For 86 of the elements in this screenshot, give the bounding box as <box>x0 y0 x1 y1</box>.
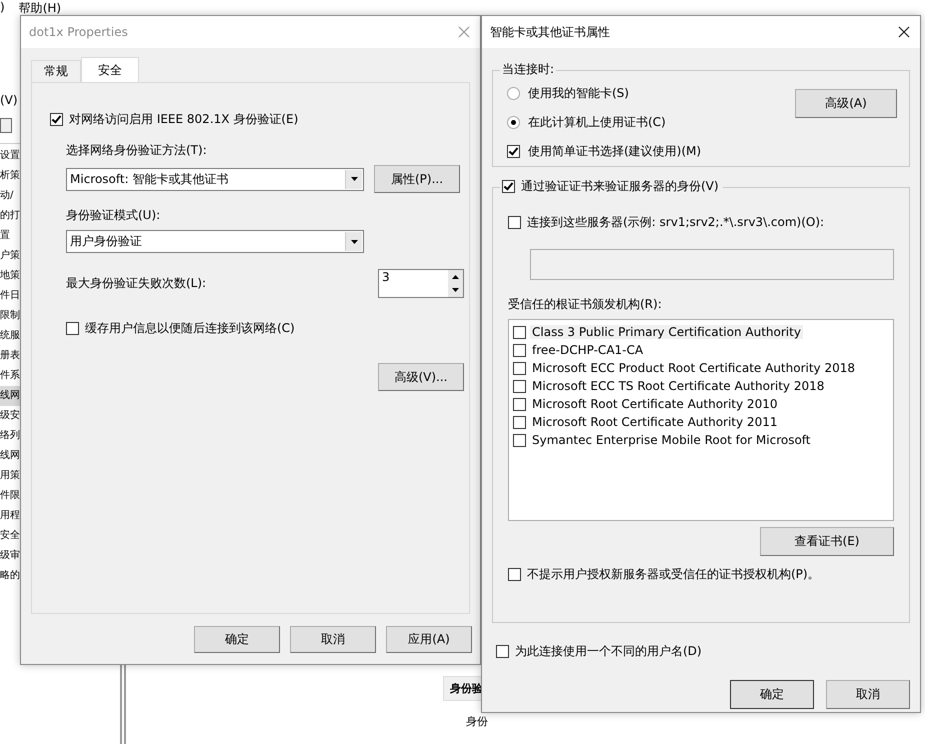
field-label: 最大身份验证失败次数(L): <box>66 275 206 292</box>
tree-item[interactable]: 动/ <box>0 186 20 206</box>
checkbox-label: 为此连接使用一个不同的用户名(D) <box>515 643 702 660</box>
tree-item[interactable]: 件日 <box>0 286 20 306</box>
tree-item[interactable]: 用策 <box>0 466 20 486</box>
checkbox-label: 缓存用户信息以便随后连接到该网络(C) <box>85 320 295 337</box>
list-item[interactable]: Microsoft ECC Product Root Certificate Authority 2018 <box>530 361 857 375</box>
tab[interactable]: 安全 <box>81 57 139 82</box>
dialog-button[interactable]: 确定 <box>194 626 280 653</box>
list-item[interactable]: Microsoft ECC TS Root Certificate Authority 2018 <box>530 379 826 393</box>
list-item[interactable]: Class 3 Public Primary Certification Authority <box>530 325 803 339</box>
list-label: 受信任的根证书颁发机构(R): <box>508 296 663 313</box>
advanced-button[interactable]: 高级(V)... <box>378 363 464 391</box>
up-arrow-icon[interactable] <box>452 274 459 279</box>
tree-item[interactable]: 设置 <box>0 146 20 166</box>
menu-item[interactable]: (V) <box>0 93 18 107</box>
checkbox[interactable] <box>502 180 515 193</box>
tree-item[interactable]: 件限 <box>0 486 20 506</box>
tab[interactable]: 常规 <box>31 60 81 82</box>
checkbox[interactable] <box>513 380 526 392</box>
checkbox[interactable] <box>496 645 509 658</box>
checkbox-label: 使用简单证书选择(建议使用)(M) <box>528 143 702 160</box>
list-item[interactable]: Symantec Enterprise Mobile Root for Microsoft <box>530 433 813 447</box>
menu-item[interactable]: 帮助(H) <box>18 0 62 17</box>
tree-item[interactable]: 线网 <box>0 446 20 466</box>
view-certificate-button[interactable]: 查看证书(E) <box>760 527 894 556</box>
document-icon[interactable] <box>0 118 12 133</box>
tree-item[interactable]: 级审 <box>0 546 20 566</box>
checkbox[interactable] <box>513 362 526 374</box>
tree-item[interactable]: 络列 <box>0 426 20 446</box>
checkbox[interactable] <box>513 344 526 356</box>
tree-item[interactable]: 略的 <box>0 566 20 586</box>
number-spinner[interactable]: 3 <box>378 269 464 298</box>
tree-item[interactable]: 线网 <box>0 386 20 406</box>
checkbox-label: 不提示用户授权新服务器或受信任的证书授权机构(P)。 <box>527 566 820 583</box>
servers-field[interactable] <box>530 249 894 280</box>
dialog-button[interactable]: 确定 <box>730 680 814 709</box>
field-label: 身份验证模式(U): <box>66 207 162 224</box>
checkbox-label: 连接到这些服务器(示例: srv1;srv2;.*\.srv3\.com)(O): <box>527 214 824 231</box>
list-item[interactable]: free-DCHP-CA1-CA <box>530 343 646 357</box>
tree-item[interactable]: 析策 <box>0 166 20 186</box>
tree-item[interactable]: 置 <box>0 226 20 246</box>
mode-dropdown[interactable]: 用户身份验证 <box>66 230 364 253</box>
properties-button[interactable]: 属性(P)... <box>374 165 460 193</box>
list-item[interactable]: Microsoft Root Certificate Authority 2011 <box>530 415 780 429</box>
radio-button[interactable] <box>507 116 520 129</box>
radio-button[interactable] <box>507 87 520 100</box>
tree-item[interactable]: 户策 <box>0 246 20 266</box>
method-dropdown[interactable]: Microsoft: 智能卡或其他证书 <box>66 168 364 190</box>
checkbox[interactable] <box>507 145 520 158</box>
list-item[interactable]: Microsoft Root Certificate Authority 2010 <box>530 397 780 411</box>
dialog-button[interactable]: 取消 <box>290 626 376 653</box>
tree-item[interactable]: 用程 <box>0 506 20 526</box>
field-label: 选择网络身份验证方法(T): <box>66 142 208 159</box>
tree-item[interactable]: 级安 <box>0 406 20 426</box>
checkbox[interactable] <box>50 113 63 126</box>
radio-label: 在此计算机上使用证书(C) <box>528 114 666 131</box>
checkbox[interactable] <box>508 568 521 581</box>
checkbox-label: 对网络访问启用 IEEE 802.1X 身份验证(E) <box>69 111 298 128</box>
group-title: 当连接时: <box>500 61 556 78</box>
dropdown-arrow-icon <box>350 240 358 244</box>
checkbox[interactable] <box>513 326 526 338</box>
table-cell: 身份 <box>466 714 488 729</box>
dialog-button[interactable]: 应用(A) <box>386 626 472 653</box>
tree-item[interactable]: 统服 <box>0 326 20 346</box>
checkbox[interactable] <box>513 416 526 428</box>
tree-item[interactable]: 地策 <box>0 266 20 286</box>
dialog-button[interactable]: 取消 <box>826 680 910 709</box>
tree-item[interactable]: 件系 <box>0 366 20 386</box>
dropdown-arrow-icon <box>350 177 358 181</box>
tree-item[interactable]: 安全 <box>0 526 20 546</box>
checkbox[interactable] <box>513 434 526 446</box>
radio-label: 使用我的智能卡(S) <box>528 85 629 102</box>
window-title: 智能卡或其他证书属性 <box>490 24 610 40</box>
window-title: dot1x Properties <box>29 25 128 39</box>
checkbox[interactable] <box>513 398 526 410</box>
down-arrow-icon[interactable] <box>452 288 459 292</box>
menu-item[interactable]: ) <box>0 0 5 17</box>
tree-item[interactable]: 限制 <box>0 306 20 326</box>
checkbox[interactable] <box>508 216 521 229</box>
checkbox-label: 通过验证证书来验证服务器的身份(V) <box>521 178 719 195</box>
tree-item[interactable]: 册表 <box>0 346 20 366</box>
tree-item[interactable]: 的打 <box>0 206 20 226</box>
checkbox[interactable] <box>66 322 79 335</box>
close-icon[interactable] <box>898 26 910 38</box>
advanced-button[interactable]: 高级(A) <box>795 89 897 118</box>
